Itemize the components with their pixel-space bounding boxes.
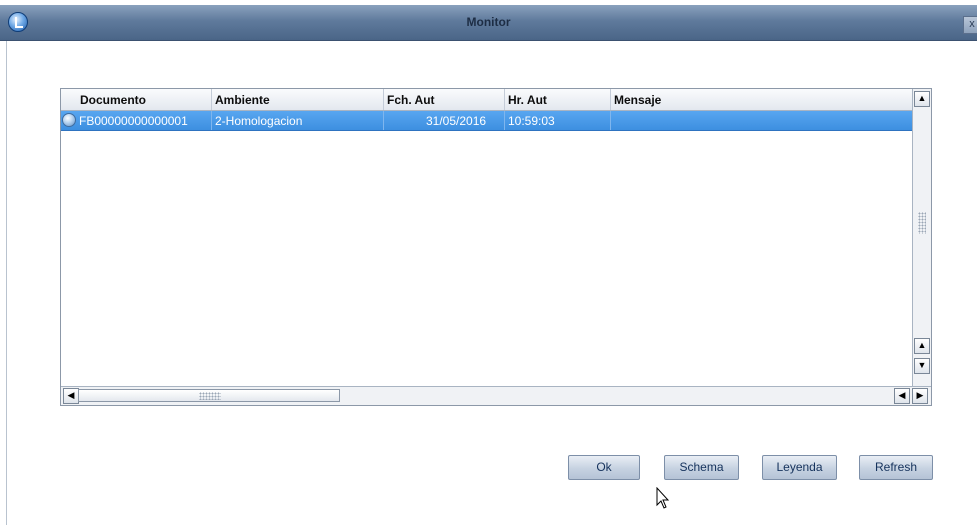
- cell-divider: [610, 111, 611, 130]
- ok-button[interactable]: Ok: [568, 455, 640, 480]
- table-row[interactable]: FB00000000000001 2-Homologacion 31/05/20…: [61, 111, 913, 131]
- close-button[interactable]: x: [963, 16, 977, 34]
- horizontal-scroll-thumb[interactable]: [78, 389, 340, 402]
- column-header-fch-aut[interactable]: Fch. Aut: [387, 93, 435, 107]
- refresh-button[interactable]: Refresh: [859, 455, 933, 480]
- column-divider[interactable]: [504, 89, 505, 110]
- scroll-down-icon[interactable]: ▼: [914, 358, 930, 374]
- scroll-grip-icon: [199, 392, 221, 400]
- horizontal-scrollbar[interactable]: ◀ ◀ ▶: [61, 386, 931, 405]
- scroll-left-icon[interactable]: ◀: [894, 388, 910, 404]
- leyenda-button[interactable]: Leyenda: [762, 455, 837, 480]
- scroll-up-icon[interactable]: ▲: [914, 91, 930, 107]
- window-title: Monitor: [466, 15, 511, 29]
- scroll-up-icon[interactable]: ▲: [914, 338, 930, 354]
- cell-documento: FB00000000000001: [79, 114, 188, 128]
- schema-button[interactable]: Schema: [664, 455, 739, 480]
- column-divider[interactable]: [211, 89, 212, 110]
- column-header-ambiente[interactable]: Ambiente: [215, 93, 270, 107]
- vertical-scrollbar[interactable]: ▲ ▲ ▼: [912, 89, 931, 387]
- column-divider[interactable]: [610, 89, 611, 110]
- cell-divider: [383, 111, 384, 130]
- grid-header: Documento Ambiente Fch. Aut Hr. Aut Mens…: [61, 89, 913, 111]
- status-legend-icon: [62, 113, 76, 127]
- mouse-cursor-icon: [656, 487, 670, 509]
- cell-divider: [504, 111, 505, 130]
- cell-divider: [211, 111, 212, 130]
- column-header-mensaje[interactable]: Mensaje: [614, 93, 661, 107]
- column-divider[interactable]: [383, 89, 384, 110]
- cell-fch-aut: 31/05/2016: [426, 114, 487, 128]
- title-bar[interactable]: Monitor x: [0, 5, 977, 41]
- column-header-documento[interactable]: Documento: [80, 93, 146, 107]
- scroll-grip-icon[interactable]: [918, 212, 926, 234]
- cell-ambiente: 2-Homologacion: [215, 114, 303, 128]
- scroll-right-icon[interactable]: ▶: [912, 388, 928, 404]
- column-header-hr-aut[interactable]: Hr. Aut: [508, 93, 547, 107]
- window-left-border: [6, 41, 7, 525]
- monitor-grid[interactable]: Documento Ambiente Fch. Aut Hr. Aut Mens…: [60, 88, 932, 406]
- cell-hr-aut: 10:59:03: [508, 114, 555, 128]
- scroll-left-icon[interactable]: ◀: [63, 388, 79, 404]
